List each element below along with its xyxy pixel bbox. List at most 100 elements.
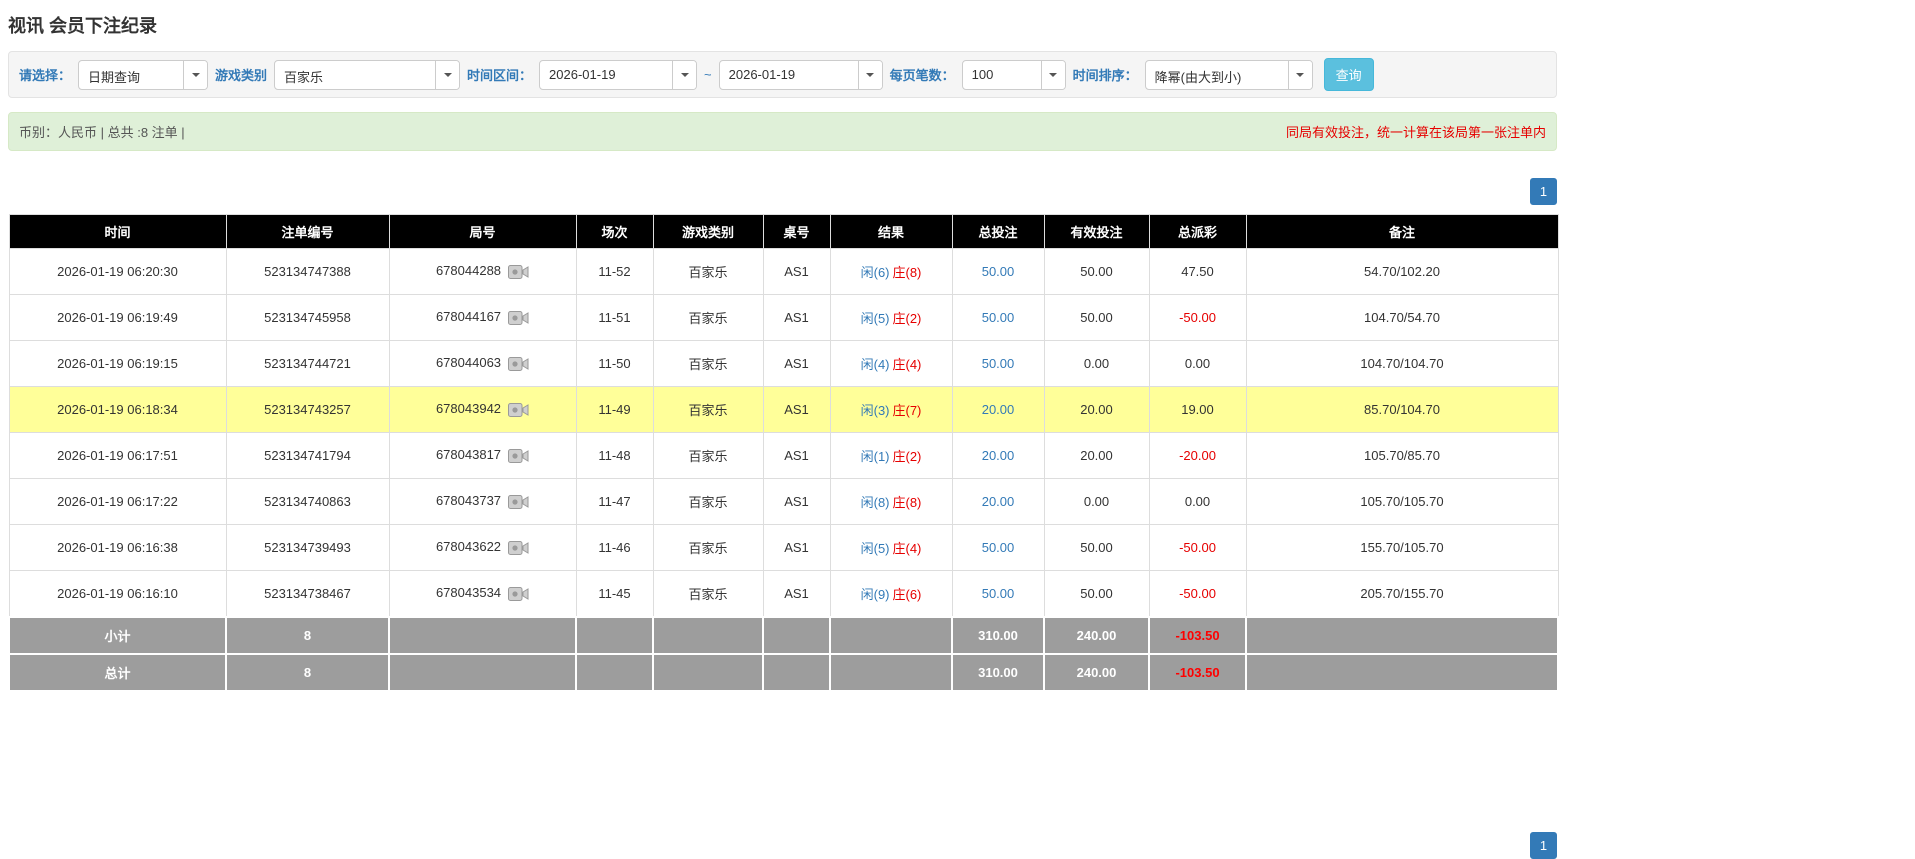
cell-time: 2026-01-19 06:18:34 — [8, 386, 227, 433]
header-round-id: 局号 — [388, 214, 577, 249]
cell-table-no: AS1 — [762, 386, 831, 433]
total-bet-link[interactable]: 50.00 — [982, 356, 1015, 371]
total-bet-link[interactable]: 20.00 — [982, 448, 1015, 463]
cell-valid-bet: 0.00 — [1043, 478, 1150, 525]
cell-session: 11-48 — [575, 432, 654, 479]
date-to-select[interactable]: 2026-01-19 — [718, 59, 883, 90]
cell-time: 2026-01-19 06:17:51 — [8, 432, 227, 479]
video-icon[interactable] — [508, 494, 529, 510]
total-bet-link[interactable]: 50.00 — [982, 586, 1015, 601]
round-id-text: 678044063 — [435, 355, 502, 371]
summary-bar: 币别：人民币 | 总共 :8 注单 | 同局有效投注，统一计算在该局第一张注单内 — [8, 112, 1557, 151]
page-size-label: 每页笔数： — [889, 68, 955, 83]
date-from-select[interactable]: 2026-01-19 — [539, 59, 698, 90]
video-icon[interactable] — [508, 448, 529, 464]
cell-total-bet: 50.00 — [951, 524, 1045, 571]
cell-game-type: 百家乐 — [652, 478, 764, 525]
cell-game-type: 百家乐 — [652, 570, 764, 618]
cell-valid-bet: 0.00 — [1043, 340, 1150, 387]
video-icon[interactable] — [508, 356, 529, 372]
cell-result: 闲(4) 庄(4) — [829, 340, 953, 387]
cell-game-type: 百家乐 — [652, 340, 764, 387]
video-icon[interactable] — [508, 402, 529, 418]
header-time: 时间 — [8, 214, 227, 249]
total-valid-bet: 240.00 — [1043, 653, 1150, 692]
cell-result: 闲(5) 庄(2) — [829, 294, 953, 341]
filter-bar: 请选择： 日期查询 游戏类别 百家乐 时间区间： 2026-01-19 ~ 20… — [8, 51, 1557, 98]
header-table-no: 桌号 — [762, 214, 831, 249]
cell-bet-id: 523134747388 — [225, 248, 390, 295]
cell-session: 11-45 — [575, 570, 654, 618]
total-bet-link[interactable]: 20.00 — [982, 402, 1015, 417]
video-icon[interactable] — [508, 540, 529, 556]
cell-remark: 155.70/105.70 — [1245, 524, 1559, 571]
result-player: 闲(6) — [860, 265, 890, 280]
cell-total-bet: 20.00 — [951, 432, 1045, 479]
cell-valid-bet: 50.00 — [1043, 248, 1150, 295]
result-banker: 庄(7) — [892, 403, 922, 418]
cell-table-no: AS1 — [762, 570, 831, 618]
table-header-row: 时间 注单编号 局号 场次 游戏类别 桌号 结果 总投注 有效投注 总派彩 备注 — [8, 214, 1559, 249]
header-payout: 总派彩 — [1148, 214, 1247, 249]
table-row: 2026-01-19 06:16:38 523134739493 6780436… — [8, 524, 1559, 571]
video-icon[interactable] — [508, 586, 529, 602]
header-session: 场次 — [575, 214, 654, 249]
total-bet-link[interactable]: 50.00 — [982, 264, 1015, 279]
cell-bet-id: 523134745958 — [225, 294, 390, 341]
cell-table-no: AS1 — [762, 478, 831, 525]
query-type-select[interactable]: 日期查询 — [78, 59, 209, 90]
round-id-text: 678043622 — [435, 539, 502, 555]
total-bet-link[interactable]: 20.00 — [982, 494, 1015, 509]
game-type-select[interactable]: 百家乐 — [274, 59, 461, 90]
page-size-select[interactable]: 100 — [961, 59, 1066, 90]
result-player: 闲(8) — [860, 495, 890, 510]
cell-game-type: 百家乐 — [652, 386, 764, 433]
chevron-down-icon[interactable] — [672, 60, 697, 89]
chevron-down-icon[interactable] — [435, 60, 460, 89]
chevron-down-icon[interactable] — [1287, 60, 1312, 89]
cell-total-bet: 20.00 — [951, 386, 1045, 433]
result-player: 闲(4) — [860, 357, 890, 372]
video-icon[interactable] — [508, 310, 529, 326]
table-row: 2026-01-19 06:19:15 523134744721 6780440… — [8, 340, 1559, 387]
cell-total-bet: 50.00 — [951, 570, 1045, 618]
game-type-label: 游戏类别 — [215, 68, 268, 83]
sort-select[interactable]: 降幂(由大到小) — [1144, 59, 1313, 90]
cell-result: 闲(1) 庄(2) — [829, 432, 953, 479]
cell-bet-id: 523134741794 — [225, 432, 390, 479]
subtotal-count: 8 — [225, 616, 390, 655]
cell-payout: 0.00 — [1148, 340, 1247, 387]
round-id-text: 678043942 — [435, 401, 502, 417]
notice-text: 同局有效投注，统一计算在该局第一张注单内 — [1285, 125, 1546, 140]
header-result: 结果 — [829, 214, 953, 249]
pagination-top: 1 — [8, 178, 1557, 205]
cell-result: 闲(5) 庄(4) — [829, 524, 953, 571]
cell-total-bet: 20.00 — [951, 478, 1045, 525]
video-icon[interactable] — [508, 264, 529, 280]
total-bet-link[interactable]: 50.00 — [982, 540, 1015, 555]
cell-valid-bet: 50.00 — [1043, 524, 1150, 571]
search-button[interactable]: 查询 — [1323, 58, 1374, 91]
cell-total-bet: 50.00 — [951, 248, 1045, 295]
cell-bet-id: 523134743257 — [225, 386, 390, 433]
cell-time: 2026-01-19 06:20:30 — [8, 248, 227, 295]
chevron-down-icon[interactable] — [183, 60, 208, 89]
table-row: 2026-01-19 06:16:10 523134738467 6780435… — [8, 570, 1559, 618]
page-button-1[interactable]: 1 — [1530, 832, 1557, 859]
chevron-down-icon[interactable] — [1040, 60, 1065, 89]
cell-game-type: 百家乐 — [652, 524, 764, 571]
chevron-down-icon[interactable] — [857, 60, 882, 89]
result-banker: 庄(2) — [892, 449, 922, 464]
total-bet-link[interactable]: 50.00 — [982, 310, 1015, 325]
cell-time: 2026-01-19 06:17:22 — [8, 478, 227, 525]
sort-label: 时间排序： — [1072, 68, 1138, 83]
header-valid-bet: 有效投注 — [1043, 214, 1150, 249]
page-button-1[interactable]: 1 — [1530, 178, 1557, 205]
total-payout: -103.50 — [1148, 653, 1247, 692]
subtotal-valid-bet: 240.00 — [1043, 616, 1150, 655]
cell-total-bet: 50.00 — [951, 340, 1045, 387]
cell-remark: 104.70/54.70 — [1245, 294, 1559, 341]
cell-round-id: 678043942 — [388, 386, 577, 433]
cell-table-no: AS1 — [762, 524, 831, 571]
cell-valid-bet: 20.00 — [1043, 386, 1150, 433]
